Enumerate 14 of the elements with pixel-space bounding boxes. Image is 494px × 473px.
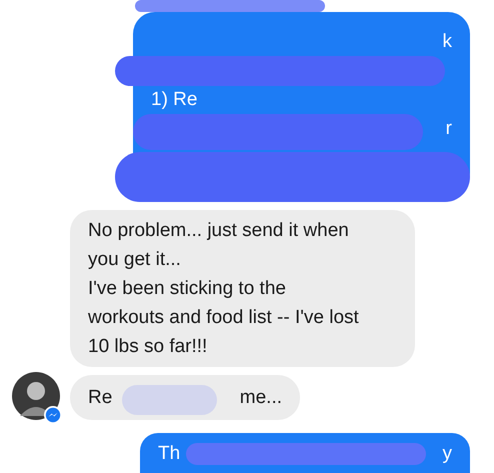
message-text: 1) Re (151, 88, 198, 112)
messenger-badge-icon (44, 406, 62, 424)
message-text: Re (88, 386, 112, 410)
message-text: y (442, 442, 452, 466)
message-text: No problem... just send it when (88, 219, 349, 243)
message-text: r (446, 117, 452, 141)
message-text: I've been sticking to the (88, 277, 286, 301)
avatar[interactable] (12, 372, 60, 420)
message-text: Th (158, 442, 180, 466)
message-text: you get it... (88, 248, 181, 272)
message-text: me... (240, 386, 282, 410)
message-text: k (442, 30, 452, 54)
message-text: 10 lbs so far!!! (88, 335, 208, 359)
message-text: workouts and food list -- I've lost (88, 306, 359, 330)
